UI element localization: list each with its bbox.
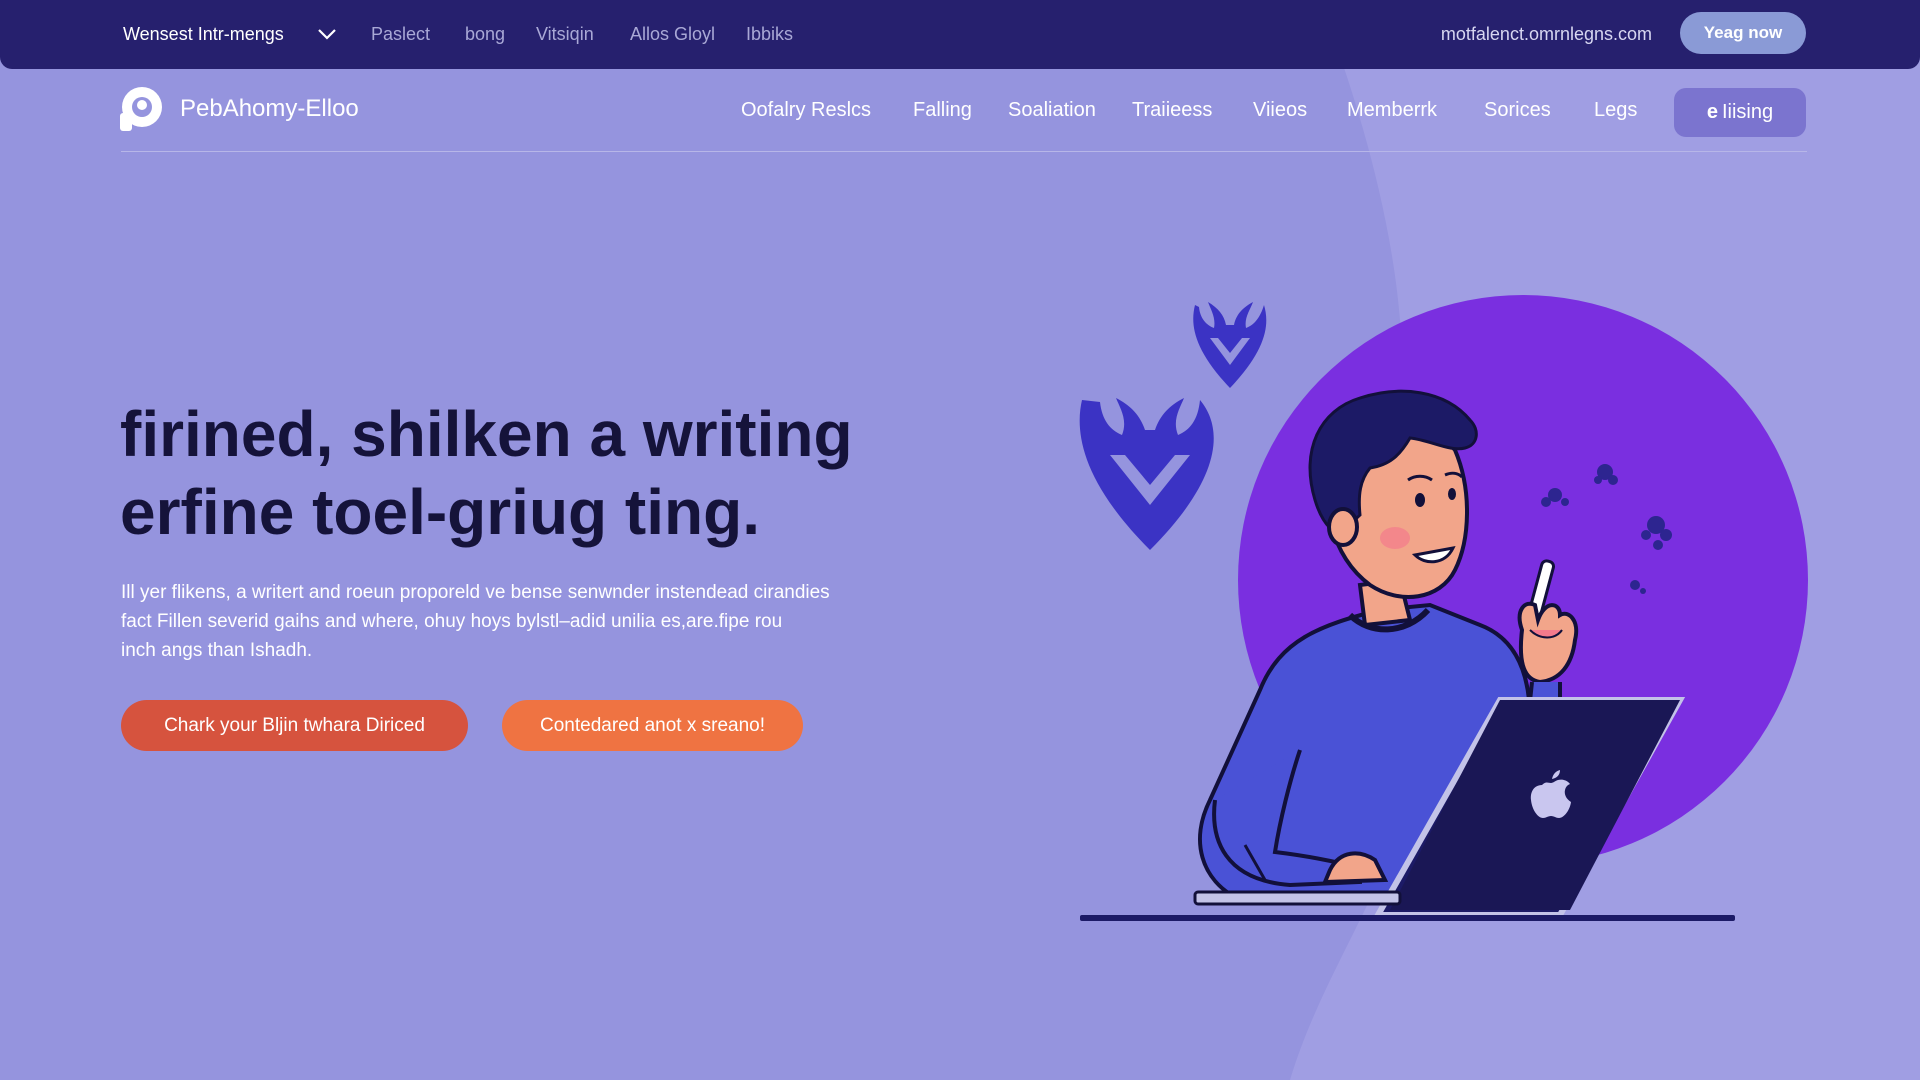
nav-item-7[interactable]: Sorices — [1484, 90, 1551, 130]
nav-item-1[interactable]: Oofalry Reslcs — [741, 90, 871, 130]
secondary-cta-button[interactable]: Contedared anot x sreano! — [502, 700, 803, 751]
hero-title: firined, shilken a writing erfine toel-g… — [120, 395, 1020, 551]
primary-cta-button[interactable]: Chark your Bljin twhara Diriced — [121, 700, 468, 751]
top-utility-bar: Wensest Intr-mengs Paslect bong Vitsiqin… — [0, 0, 1920, 69]
circle-logo-icon[interactable] — [118, 85, 166, 133]
header-cta-button[interactable]: e Iiising — [1674, 88, 1806, 137]
contact-email[interactable]: motfalenct.omrnlegns.com — [1441, 0, 1652, 69]
hero-body-line-2: fact Fillen severid gaihs and where, ohu… — [121, 611, 783, 632]
topbar-link-1[interactable]: Paslect — [371, 0, 430, 69]
nav-item-6[interactable]: Memberrk — [1347, 90, 1437, 130]
hero-title-line-2: erfine toel-griug ting. — [120, 476, 760, 548]
topbar-link-2[interactable]: bong — [465, 0, 505, 69]
topbar-cta-button[interactable]: Yeag now — [1680, 12, 1806, 54]
horned-shield-icon — [1079, 398, 1214, 550]
hero-description: Ill yer flikens, a writert and roeun pro… — [121, 578, 921, 665]
horned-shield-icon — [1193, 302, 1267, 388]
hero-body-line-1: Ill yer flikens, a writert and roeun pro… — [121, 582, 830, 603]
cta-glyph-icon: e — [1706, 101, 1718, 123]
nav-item-4[interactable]: Traiieess — [1132, 90, 1212, 130]
topbar-link-3[interactable]: Vitsiqin — [536, 0, 594, 69]
brand-name[interactable]: PebAhomy-Elloo — [180, 95, 359, 123]
header-divider — [121, 151, 1807, 152]
hero-title-line-1: firined, shilken a writing — [120, 398, 853, 470]
desk-line — [1080, 915, 1735, 921]
nav-item-2[interactable]: Falling — [913, 90, 972, 130]
laptop-keyboard — [1193, 890, 1402, 906]
hero-body-line-3: inch angs than Ishadh. — [121, 640, 313, 661]
topbar-link-5[interactable]: Ibbiks — [746, 0, 793, 69]
nav-item-8[interactable]: Legs — [1594, 90, 1637, 130]
nav-item-5[interactable]: Viieos — [1253, 90, 1307, 130]
topbar-dropdown[interactable]: Wensest Intr-mengs — [123, 0, 284, 69]
topbar-link-4[interactable]: Allos Gloyl — [630, 0, 715, 69]
header-cta-label: Iiising — [1721, 101, 1774, 123]
hero-illustration — [1079, 295, 1808, 921]
nav-item-3[interactable]: Soaliation — [1008, 90, 1096, 130]
chevron-down-icon[interactable] — [317, 27, 337, 41]
